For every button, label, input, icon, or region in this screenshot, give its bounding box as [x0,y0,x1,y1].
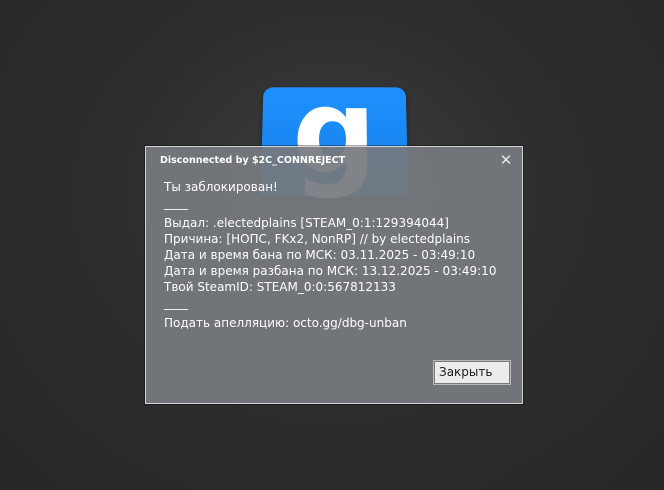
ban-date-text: Дата и время бана по МСК: 03.11.2025 - 0… [164,248,476,262]
reason-text: Причина: [НОПС, FKx2, NonRP] // by elect… [164,232,471,246]
close-icon[interactable]: ✕ [498,152,514,168]
dialog-message: Ты заблокирован! ____ Выдал: .electedpla… [164,179,509,331]
appeal-text: Подать апелляцию: octo.gg/dbg-unban [164,316,407,330]
unban-date-text: Дата и время разбана по МСК: 13.12.2025 … [164,264,497,278]
steam-id-text: Твой SteamID: STEAM_0:0:567812133 [164,280,396,294]
issued-by-text: Выдал: .electedplains [STEAM_0:1:1293940… [164,216,449,230]
separator-line: ____ [164,296,188,310]
close-button[interactable]: Закрыть [433,360,511,385]
disconnect-dialog: Disconnected by $2C_CONNREJECT ✕ Ты забл… [145,146,523,404]
ban-notice: Ты заблокирован! [164,180,278,194]
separator-line: ____ [164,196,188,210]
dialog-title: Disconnected by $2C_CONNREJECT [160,155,346,166]
